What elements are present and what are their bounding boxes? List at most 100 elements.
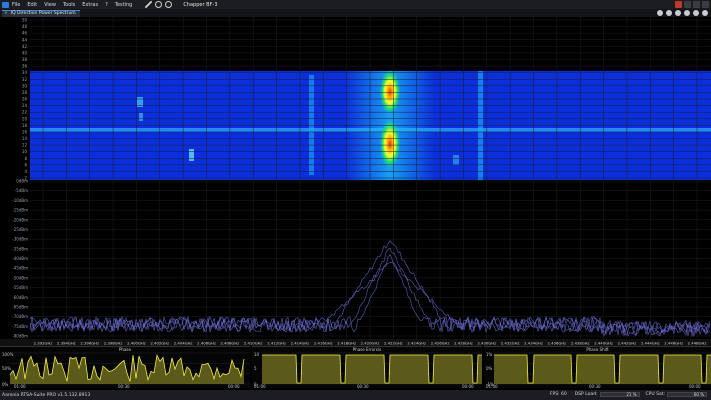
waterfall-y-tick: 42 — [22, 44, 28, 49]
frequency-tick: 2.392GHz — [34, 341, 53, 346]
frequency-tick: 2.428GHz — [454, 341, 473, 346]
dsp-load-meter: 21 % — [599, 392, 640, 397]
app-logo-icon — [2, 1, 9, 8]
waterfall-vertical-line-left — [309, 75, 314, 175]
waterfall-y-tick: 30 — [22, 83, 28, 88]
waterfall-y-tick: 50 — [22, 18, 28, 23]
phase-chart-title: Phase — [119, 347, 131, 352]
spectrum-plot[interactable]: 50 48 46 44 42 40 38 36 34 32 30 28 26 24 22 20 18 16 14 12… — [0, 17, 711, 346]
phase-errors-x-tick: 00:30 — [357, 384, 369, 389]
waterfall-y-tick: 20 — [22, 116, 28, 121]
phase-x-tick: 01:00 — [14, 384, 26, 389]
spectrum-y-tick: -65dBm — [12, 304, 28, 309]
menu-bar: File Edit View Tools Extras ? Testing Ch… — [0, 0, 711, 9]
settings-icon[interactable] — [657, 10, 663, 16]
spectrum-y-tick: -80dBm — [12, 334, 28, 339]
spectrum-y-tick: -40dBm — [12, 256, 28, 261]
frequency-tick: 2.432GHz — [501, 341, 520, 346]
waterfall-y-tick: 34 — [22, 70, 28, 75]
phase-x-tick: 00:00 — [228, 384, 240, 389]
frequency-tick: 2.398GHz — [104, 341, 123, 346]
record-dot-icon[interactable] — [666, 10, 672, 16]
phase-fill — [10, 355, 244, 384]
menu-extras[interactable]: Extras — [82, 2, 98, 8]
cpu-sat-label: CPU Sat: — [645, 392, 665, 397]
spectrum-y-tick: -70dBm — [12, 314, 28, 319]
forward-icon[interactable] — [693, 10, 699, 16]
plot-canvas[interactable]: 5048464442403836343230282624222018161412… — [0, 17, 711, 346]
phase-errors-title: Phase Errors/s — [352, 347, 382, 352]
frequency-tick: 2.414GHz — [291, 341, 310, 346]
phase-errors-fill — [262, 355, 482, 384]
menu-edit[interactable]: Edit — [27, 2, 37, 8]
phase-shift-y-mid: 0% — [486, 366, 493, 371]
waterfall-y-tick: 24 — [22, 103, 28, 108]
menu-testing[interactable]: Testing — [115, 2, 133, 8]
phase-shift-y-top: 1% — [486, 352, 493, 357]
phase-errors-chart[interactable]: 10 5 0 01:00 00:30 00:00 Phase Errors/s — [252, 346, 482, 389]
waterfall-y-tick: 14 — [22, 136, 28, 141]
waterfall-blip — [453, 155, 459, 165]
minimize-icon[interactable] — [684, 1, 691, 8]
dsp-load-value: 21 % — [626, 392, 637, 397]
waterfall-blip — [139, 113, 143, 121]
frequency-tick: 2.426GHz — [431, 341, 450, 346]
performance-stats: FPS: 60 DSP Load: 21 % CPU Sat: 60 % — [544, 392, 707, 397]
tab-close-icon[interactable]: × — [4, 11, 8, 16]
dsp-load-label: DSP Load: — [574, 392, 598, 397]
phase-x-tick: 00:30 — [118, 384, 130, 389]
device-name: Chapper BF-3 — [183, 1, 218, 8]
version-label: Aaronia RTSA-Suite PRO v1.5.132.8913 — [2, 392, 91, 398]
tab-iq-direction-power-spectrum[interactable]: × IQ Direction Power Spectrum — [2, 9, 80, 17]
plot-background — [0, 17, 711, 346]
tab-row: × IQ Direction Power Spectrum — [0, 9, 711, 17]
phase-errors-canvas: 10 5 0 01:00 00:30 00:00 — [254, 352, 482, 389]
frequency-tick: 2.440GHz — [594, 341, 613, 346]
cpu-sat-meter: 60 % — [667, 392, 707, 397]
menu-view[interactable]: View — [44, 2, 56, 8]
pause-icon[interactable] — [684, 10, 690, 16]
phase-y-top: 100% — [2, 352, 14, 357]
redo-icon[interactable] — [165, 1, 173, 8]
undo-icon[interactable] — [155, 1, 163, 8]
menu-tools[interactable]: Tools — [63, 2, 75, 8]
phase-errors-x-tick: 01:00 — [254, 384, 266, 389]
spectrum-y-tick: -75dBm — [12, 324, 28, 329]
frequency-tick: 2.400GHz — [127, 341, 146, 346]
spectrum-y-tick: -60dBm — [12, 295, 28, 300]
frequency-tick: 2.438GHz — [571, 341, 590, 346]
playback-controls — [654, 10, 708, 16]
frequency-tick: 2.418GHz — [337, 341, 356, 346]
frequency-tick: 2.424GHz — [407, 341, 426, 346]
frequency-tick: 2.402GHz — [150, 341, 169, 346]
frequency-tick: 2.396GHz — [80, 341, 99, 346]
frequency-tick: 2.448GHz — [688, 341, 707, 346]
waterfall-y-tick: 26 — [22, 97, 28, 102]
waterfall-hotspot-lower — [380, 120, 400, 168]
waterfall-y-tick: 40 — [22, 50, 28, 55]
phase-chart[interactable]: 100% 50% 0% 01:00 00:30 00:00 Phase — [0, 346, 250, 389]
fps-label: FPS: 60 — [549, 392, 567, 397]
phase-shift-chart[interactable]: 1% 0% -1% 01:00 00:30 00:00 Phase Shift — [484, 346, 711, 389]
pencil-icon[interactable] — [145, 1, 153, 8]
maximize-icon[interactable] — [693, 1, 700, 8]
frequency-tick: 2.406GHz — [197, 341, 216, 346]
frequency-tick: 2.404GHz — [174, 341, 193, 346]
waterfall-y-tick: 36 — [22, 64, 28, 69]
waterfall-y-tick: 28 — [22, 90, 28, 95]
waterfall-blip — [189, 149, 194, 161]
menu-help[interactable]: ? — [105, 2, 108, 8]
record-icon[interactable] — [675, 1, 682, 8]
waterfall-y-tick: 46 — [22, 31, 28, 36]
waterfall-display — [30, 70, 711, 180]
frequency-tick: 2.436GHz — [548, 341, 567, 346]
close-icon[interactable] — [702, 1, 709, 8]
menu-file[interactable]: File — [12, 2, 20, 8]
spectrum-y-tick: -5dBm — [15, 188, 28, 193]
frequency-tick: 2.394GHz — [57, 341, 76, 346]
frequency-tick: 2.422GHz — [384, 341, 403, 346]
lock-icon[interactable] — [702, 10, 708, 16]
waterfall-hotspot-upper — [380, 70, 400, 114]
waterfall-y-tick: 32 — [22, 77, 28, 82]
rewind-icon[interactable] — [675, 10, 681, 16]
